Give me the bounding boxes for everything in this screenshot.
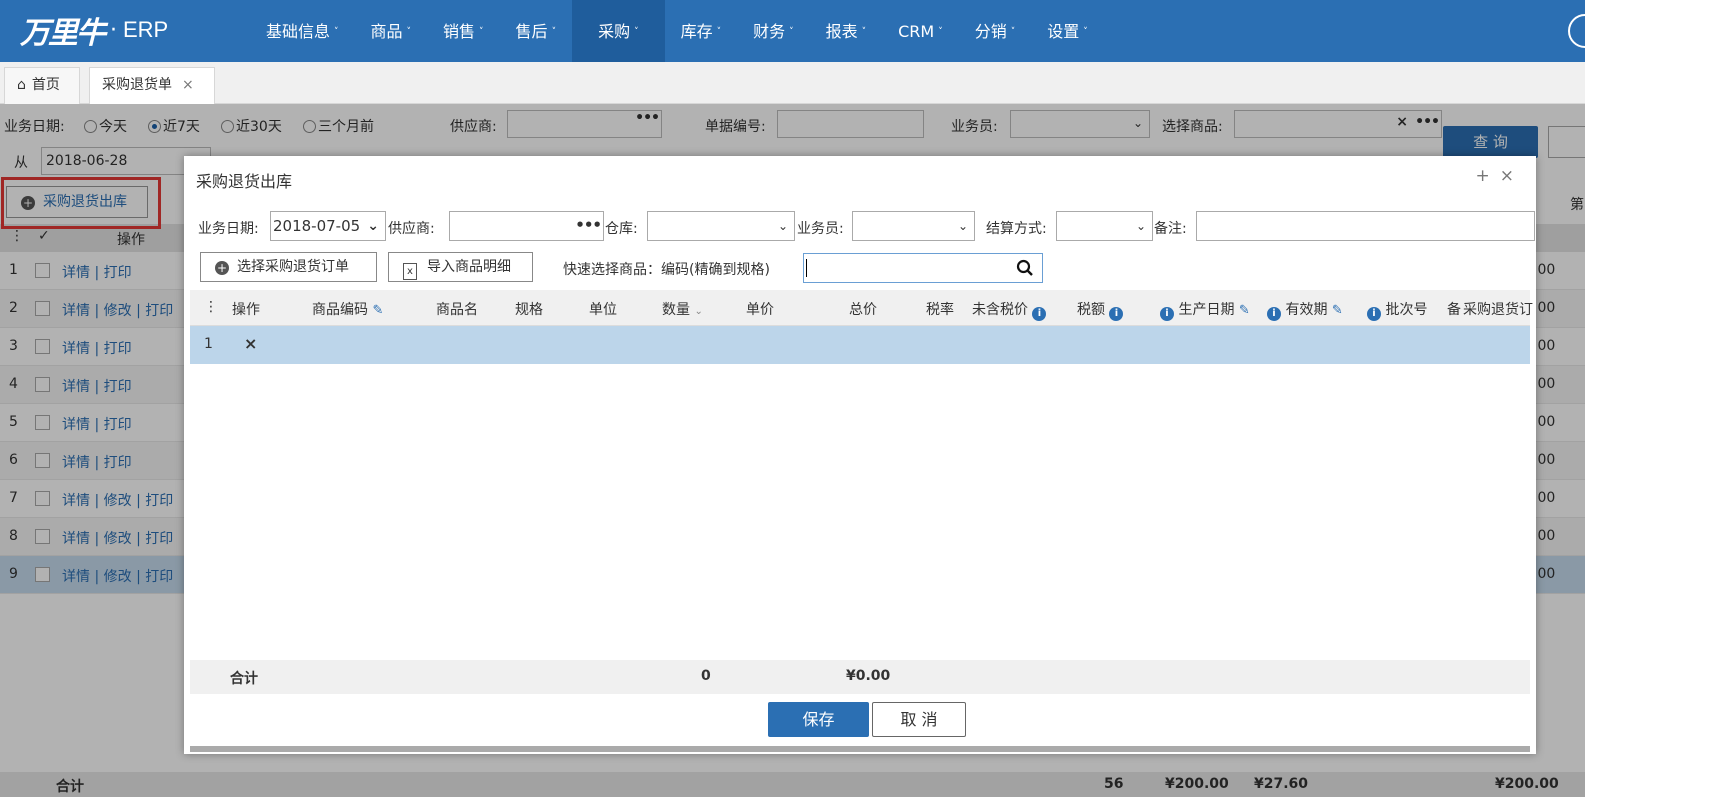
items-grid-footer: 合计 0 ¥0.00 bbox=[190, 660, 1530, 694]
col-tax-rate: 税率 bbox=[926, 302, 954, 318]
more-icon[interactable]: ••• bbox=[575, 211, 602, 239]
purchase-return-outbound-dialog: 采购退货出库 +× 业务日期: 2018-07-05 ⌄ 供应商: ••• 仓库:… bbox=[184, 156, 1536, 754]
business-date-select[interactable]: 2018-07-05 ⌄ bbox=[270, 211, 386, 241]
nav-item-products[interactable]: 商品 ˅ bbox=[355, 0, 428, 62]
nav-item-purchase[interactable]: 采购 ˅ bbox=[572, 0, 665, 62]
column-menu-icon[interactable]: ⋮ bbox=[204, 299, 218, 315]
col-total-price: 总价 bbox=[849, 302, 877, 318]
col-quantity[interactable]: 数量 ⌄ bbox=[662, 299, 703, 319]
sort-icon: ⌄ bbox=[694, 306, 703, 317]
col-product-code: 商品编码 ✎ bbox=[312, 302, 384, 318]
info-icon: i bbox=[1267, 307, 1281, 321]
note-input[interactable] bbox=[1196, 211, 1535, 241]
warehouse-select[interactable]: ⌄ bbox=[647, 211, 795, 241]
edit-icon: ✎ bbox=[372, 303, 384, 318]
tab-bar: ⌂ 首页 采购退货单 × bbox=[0, 62, 1585, 104]
note-label: 备注: bbox=[1154, 221, 1187, 237]
logo-mark: 万里牛 bbox=[20, 16, 106, 51]
delete-row-icon[interactable]: × bbox=[244, 334, 257, 353]
top-nav-bar: 万里牛 · ERP 基础信息 ˅ 商品 ˅ 销售 ˅ 售后 ˅ 采购 ˅ 库存 ˅ 财务 ˅ … bbox=[0, 0, 1585, 62]
info-icon: i bbox=[1109, 307, 1124, 321]
chevron-down-icon: ⌄ bbox=[957, 219, 968, 233]
tab-home[interactable]: ⌂ 首页 bbox=[4, 67, 80, 104]
chevron-down-icon: ⌄ bbox=[367, 218, 379, 234]
chevron-down-icon: ⌄ bbox=[1135, 219, 1146, 233]
app-window: 万里牛 · ERP 基础信息 ˅ 商品 ˅ 销售 ˅ 售后 ˅ 采购 ˅ 库存 ˅ 财务 ˅ … bbox=[0, 0, 1585, 797]
info-icon: i bbox=[1160, 307, 1174, 321]
chevron-down-icon: ˅ bbox=[634, 27, 639, 37]
col-product-name: 商品名 bbox=[436, 302, 478, 318]
quick-select-input[interactable] bbox=[803, 253, 1043, 283]
edit-icon: ✎ bbox=[1238, 303, 1250, 318]
save-button[interactable]: 保存 bbox=[768, 702, 869, 737]
logo-dot: · bbox=[110, 17, 117, 43]
nav-item-settings[interactable]: 设置 ˅ bbox=[1031, 0, 1104, 62]
home-icon: ⌂ bbox=[17, 77, 26, 93]
edit-icon: ✎ bbox=[1331, 303, 1343, 318]
info-icon: i bbox=[1367, 307, 1381, 321]
tab-purchase-return[interactable]: 采购退货单 × bbox=[89, 67, 215, 104]
col-expiry-date: i 有效期 ✎ bbox=[1267, 299, 1343, 321]
chevron-down-icon: ˅ bbox=[1010, 27, 1016, 37]
chevron-down-icon: ˅ bbox=[1083, 27, 1088, 37]
chevron-down-icon: ˅ bbox=[406, 27, 412, 37]
settlement-select[interactable]: ⌄ bbox=[1056, 211, 1153, 241]
close-icon[interactable]: × bbox=[182, 77, 194, 93]
nav-item-basic-info[interactable]: 基础信息 ˅ bbox=[250, 0, 355, 62]
dialog-controls: +× bbox=[1476, 166, 1525, 186]
info-icon: i bbox=[1032, 307, 1047, 321]
footer-total-quantity: 0 bbox=[701, 668, 711, 684]
nav-item-sales[interactable]: 销售 ˅ bbox=[427, 0, 500, 62]
chevron-down-icon: ˅ bbox=[479, 27, 484, 37]
col-batch-no: i 批次号 bbox=[1367, 299, 1427, 321]
nav-item-after-sales[interactable]: 售后 ˅ bbox=[500, 0, 573, 62]
warehouse-label: 仓库: bbox=[605, 221, 638, 237]
salesman-select[interactable]: ⌄ bbox=[852, 211, 975, 241]
maximize-icon[interactable]: + bbox=[1476, 166, 1500, 186]
close-icon[interactable]: × bbox=[1500, 166, 1524, 186]
chevron-down-icon: ˅ bbox=[938, 27, 943, 37]
nav-item-reports[interactable]: 报表 ˅ bbox=[810, 0, 883, 62]
cancel-button[interactable]: 取 消 bbox=[872, 702, 966, 737]
logo: 万里牛 · ERP bbox=[20, 10, 169, 51]
business-date-label: 业务日期: bbox=[198, 221, 259, 237]
items-grid-header: ⋮ 操作 商品编码 ✎ 商品名 规格 单位 数量 ⌄ 单价 总价 税率 未含税价… bbox=[190, 290, 1533, 326]
col-operation: 操作 bbox=[232, 302, 260, 318]
dialog-title: 采购退货出库 bbox=[196, 172, 293, 191]
main-nav: 基础信息 ˅ 商品 ˅ 销售 ˅ 售后 ˅ 采购 ˅ 库存 ˅ 财务 ˅ 报表 ˅ CRM ˅ 分… bbox=[250, 0, 1104, 62]
chevron-down-icon: ˅ bbox=[334, 27, 339, 37]
nav-item-crm[interactable]: CRM ˅ bbox=[882, 0, 959, 62]
col-production-date: i 生产日期 ✎ bbox=[1160, 299, 1250, 321]
horizontal-scrollbar[interactable] bbox=[190, 746, 1530, 752]
chevron-down-icon: ⌄ bbox=[777, 219, 788, 233]
nav-item-finance[interactable]: 财务 ˅ bbox=[737, 0, 810, 62]
items-grid-row[interactable]: 1 × bbox=[190, 326, 1530, 364]
logo-text: ERP bbox=[123, 17, 169, 42]
chevron-down-icon: ˅ bbox=[861, 27, 867, 37]
col-unit: 单位 bbox=[589, 302, 617, 318]
search-icon[interactable] bbox=[1016, 259, 1034, 277]
import-items-button[interactable]: x 导入商品明细 bbox=[388, 252, 533, 282]
col-price-excl-tax: 未含税价 i bbox=[972, 299, 1047, 321]
col-unit-price: 单价 bbox=[746, 302, 774, 318]
nav-item-inventory[interactable]: 库存 ˅ bbox=[665, 0, 738, 62]
chevron-down-icon: ˅ bbox=[716, 27, 722, 37]
col-spec: 规格 bbox=[515, 302, 543, 318]
select-return-order-button[interactable]: + 选择采购退货订单 bbox=[200, 252, 377, 282]
col-return-order: 采购退货订 bbox=[1463, 302, 1533, 318]
settlement-label: 结算方式: bbox=[986, 221, 1047, 237]
chevron-down-icon: ˅ bbox=[789, 27, 794, 37]
col-note: 备 bbox=[1447, 302, 1461, 318]
quick-select-label: 快速选择商品：编码(精确到规格) bbox=[563, 262, 770, 278]
user-avatar-icon[interactable] bbox=[1568, 14, 1585, 48]
supplier-label: 供应商: bbox=[388, 221, 435, 237]
chevron-down-icon: ˅ bbox=[551, 27, 557, 37]
nav-item-distribution[interactable]: 分销 ˅ bbox=[959, 0, 1032, 62]
footer-total-amount: ¥0.00 bbox=[846, 668, 891, 684]
supplier-input[interactable]: ••• bbox=[449, 211, 604, 241]
col-tax-amount: 税额 i bbox=[1077, 299, 1124, 321]
excel-file-icon: x bbox=[403, 263, 417, 280]
salesman-label: 业务员: bbox=[797, 221, 844, 237]
plus-circle-icon: + bbox=[215, 261, 229, 275]
